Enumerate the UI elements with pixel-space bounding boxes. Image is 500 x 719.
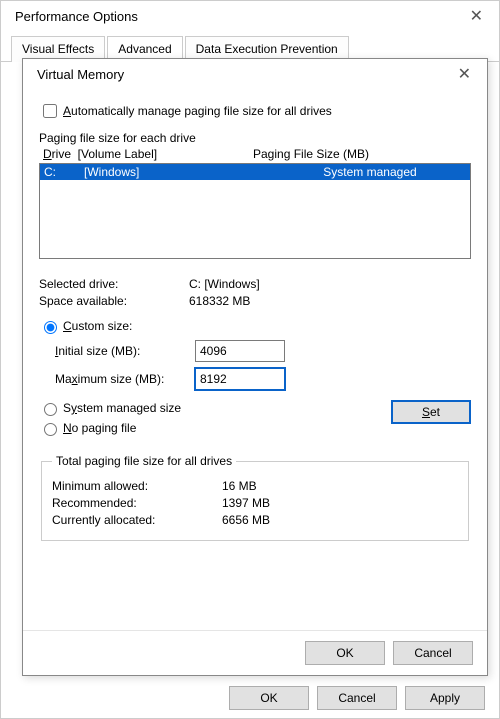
auto-manage-checkbox-row[interactable]: Automatically manage paging file size fo… bbox=[39, 101, 471, 121]
drive-label: [Windows] bbox=[84, 165, 274, 179]
no-paging-radio[interactable] bbox=[44, 423, 57, 436]
modal-close-icon[interactable]: ✕ bbox=[452, 64, 477, 84]
initial-size-input[interactable] bbox=[195, 340, 285, 362]
custom-size-radio-row[interactable]: Custom size: bbox=[39, 318, 471, 334]
drive-header-col1: Drive [Volume Label] bbox=[43, 147, 253, 161]
drive-info: Selected drive: C: [Windows] Space avail… bbox=[39, 277, 471, 308]
drive-list-header: Drive [Volume Label] Paging File Size (M… bbox=[39, 147, 471, 161]
total-group: Total paging file size for all drives Mi… bbox=[41, 454, 469, 541]
close-icon[interactable]: ✕ bbox=[464, 6, 489, 26]
space-available-label: Space available: bbox=[39, 294, 189, 308]
space-available-value: 618332 MB bbox=[189, 294, 250, 308]
drive-header-col2: Paging File Size (MB) bbox=[253, 147, 369, 161]
modal-footer: OK Cancel bbox=[23, 630, 487, 675]
set-button[interactable]: Set bbox=[391, 400, 471, 424]
auto-manage-label: Automatically manage paging file size fo… bbox=[63, 104, 332, 118]
selected-drive-label: Selected drive: bbox=[39, 277, 189, 291]
min-allowed-value: 16 MB bbox=[222, 479, 257, 493]
min-allowed-label: Minimum allowed: bbox=[52, 479, 222, 493]
parent-cancel-button[interactable]: Cancel bbox=[317, 686, 397, 710]
drive-list[interactable]: C: [Windows] System managed bbox=[39, 163, 471, 259]
modal-ok-button[interactable]: OK bbox=[305, 641, 385, 665]
parent-title: Performance Options bbox=[15, 9, 138, 24]
modal-title: Virtual Memory bbox=[37, 67, 124, 82]
drive-row-c[interactable]: C: [Windows] System managed bbox=[40, 164, 470, 180]
modal-cancel-button[interactable]: Cancel bbox=[393, 641, 473, 665]
system-managed-label: System managed size bbox=[63, 401, 181, 415]
current-value: 6656 MB bbox=[222, 513, 270, 527]
custom-size-radio[interactable] bbox=[44, 321, 57, 334]
max-size-row: Maximum size (MB): bbox=[55, 368, 471, 390]
no-paging-label: No paging file bbox=[63, 421, 136, 435]
modal-body: Automatically manage paging file size fo… bbox=[23, 89, 487, 630]
recommended-label: Recommended: bbox=[52, 496, 222, 510]
no-paging-radio-row[interactable]: No paging file bbox=[39, 420, 181, 436]
current-label: Currently allocated: bbox=[52, 513, 222, 527]
modal-titlebar: Virtual Memory ✕ bbox=[23, 59, 487, 89]
initial-size-row: Initial size (MB): bbox=[55, 340, 471, 362]
system-managed-radio[interactable] bbox=[44, 403, 57, 416]
parent-titlebar: Performance Options ✕ bbox=[1, 1, 499, 31]
auto-manage-checkbox[interactable] bbox=[43, 104, 57, 118]
system-managed-radio-row[interactable]: System managed size bbox=[39, 400, 181, 416]
initial-size-label: Initial size (MB): bbox=[55, 344, 195, 358]
drive-size: System managed bbox=[274, 165, 466, 179]
custom-size-label: Custom size: bbox=[63, 319, 132, 333]
total-group-label: Total paging file size for all drives bbox=[52, 454, 236, 468]
parent-footer: OK Cancel Apply bbox=[229, 686, 485, 710]
parent-apply-button[interactable]: Apply bbox=[405, 686, 485, 710]
virtual-memory-dialog: Virtual Memory ✕ Automatically manage pa… bbox=[22, 58, 488, 676]
parent-ok-button[interactable]: OK bbox=[229, 686, 309, 710]
drive-letter: C: bbox=[44, 165, 84, 179]
max-size-label: Maximum size (MB): bbox=[55, 372, 195, 386]
selected-drive-value: C: [Windows] bbox=[189, 277, 260, 291]
max-size-input[interactable] bbox=[195, 368, 285, 390]
paging-group-label: Paging file size for each drive bbox=[39, 131, 471, 145]
recommended-value: 1397 MB bbox=[222, 496, 270, 510]
